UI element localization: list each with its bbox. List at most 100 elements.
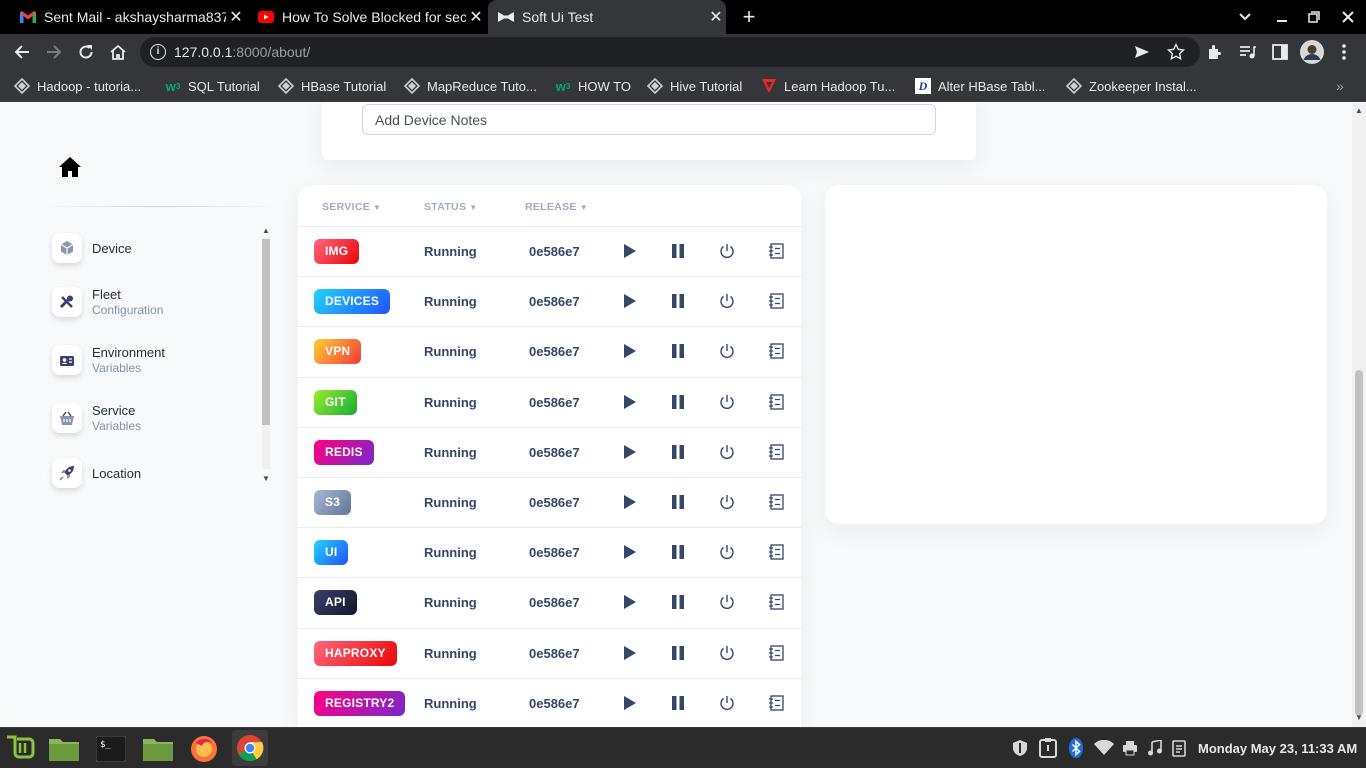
logs-icon[interactable]	[765, 692, 787, 714]
browser-menu-icon[interactable]	[1332, 40, 1356, 64]
service-badge[interactable]: REGISTRY2	[314, 690, 406, 716]
close-tab-icon[interactable]: ✕	[226, 7, 246, 27]
power-icon[interactable]	[716, 340, 738, 362]
bookmarks-overflow-icon[interactable]: »	[1336, 77, 1344, 95]
logs-icon[interactable]	[765, 290, 787, 312]
sidebar-item-device[interactable]: Device	[52, 233, 252, 263]
pause-icon[interactable]	[667, 642, 689, 664]
logs-icon[interactable]	[765, 340, 787, 362]
play-icon[interactable]	[619, 591, 641, 613]
service-badge[interactable]: GIT	[314, 389, 357, 415]
shield-icon[interactable]	[1010, 738, 1030, 758]
pause-icon[interactable]	[667, 541, 689, 563]
reload-button[interactable]	[74, 40, 98, 64]
update-manager-icon[interactable]	[1038, 738, 1058, 758]
firefox-icon[interactable]	[188, 733, 220, 765]
pause-icon[interactable]	[667, 240, 689, 262]
service-badge[interactable]: IMG	[314, 239, 360, 264]
files-icon[interactable]	[48, 733, 80, 765]
pause-icon[interactable]	[667, 391, 689, 413]
scrollbar-thumb[interactable]	[1355, 370, 1363, 716]
power-icon[interactable]	[716, 541, 738, 563]
pause-icon[interactable]	[667, 591, 689, 613]
scroll-down-arrow-icon[interactable]: ▼	[1355, 713, 1363, 722]
minimize-icon[interactable]	[1266, 0, 1298, 34]
sidebar-item-fleet[interactable]: Fleet Configuration	[52, 287, 252, 317]
pause-icon[interactable]	[667, 692, 689, 714]
close-tab-icon[interactable]: ✕	[466, 7, 486, 27]
play-icon[interactable]	[619, 692, 641, 714]
column-header-service[interactable]: SERVICE ▼	[322, 201, 381, 213]
bookmark-learn-hadoop[interactable]: Learn Hadoop Tu...	[761, 77, 895, 95]
service-badge[interactable]: REDIS	[314, 439, 374, 465]
play-icon[interactable]	[619, 541, 641, 563]
page-scrollbar[interactable]: ▲ ▼	[1352, 103, 1366, 727]
home-button[interactable]	[106, 40, 130, 64]
power-icon[interactable]	[716, 240, 738, 262]
media-queue-icon[interactable]	[1236, 40, 1260, 64]
side-panel-icon[interactable]	[1268, 40, 1292, 64]
tab-soft-ui[interactable]: Soft Ui Test ✕	[488, 0, 726, 34]
power-icon[interactable]	[716, 290, 738, 312]
forward-button[interactable]	[42, 40, 66, 64]
clipboard-icon[interactable]	[1170, 738, 1190, 758]
play-icon[interactable]	[619, 441, 641, 463]
power-icon[interactable]	[716, 692, 738, 714]
column-header-release[interactable]: RELEASE ▼	[525, 201, 588, 213]
power-icon[interactable]	[716, 642, 738, 664]
sidebar-item-location[interactable]: Location	[52, 458, 252, 488]
scroll-up-arrow-icon[interactable]: ▲	[262, 227, 270, 235]
logs-icon[interactable]	[765, 391, 787, 413]
tab-gmail[interactable]: Sent Mail - akshaysharma8378 ✕	[14, 0, 246, 34]
column-header-status[interactable]: STATUS ▼	[424, 201, 477, 213]
device-notes-input[interactable]	[362, 104, 936, 135]
sound-icon[interactable]	[1145, 738, 1165, 758]
close-window-icon[interactable]	[1332, 0, 1364, 34]
service-badge[interactable]: API	[314, 590, 357, 616]
wifi-icon[interactable]	[1094, 738, 1114, 758]
logs-icon[interactable]	[765, 491, 787, 513]
bookmark-howto[interactable]: w3 HOW TO	[555, 77, 631, 95]
pause-icon[interactable]	[667, 290, 689, 312]
play-icon[interactable]	[619, 290, 641, 312]
bookmark-sql[interactable]: w3 SQL Tutorial	[165, 77, 260, 95]
extensions-icon[interactable]	[1203, 40, 1227, 64]
power-icon[interactable]	[716, 591, 738, 613]
logs-icon[interactable]	[765, 591, 787, 613]
maximize-icon[interactable]	[1298, 0, 1330, 34]
send-icon[interactable]	[1134, 44, 1150, 65]
mint-menu-icon[interactable]	[4, 733, 36, 765]
service-badge[interactable]: UI	[314, 540, 349, 566]
power-icon[interactable]	[716, 391, 738, 413]
service-badge[interactable]: S3	[314, 490, 352, 515]
logs-icon[interactable]	[765, 240, 787, 262]
play-icon[interactable]	[619, 391, 641, 413]
bookmark-hadoop[interactable]: Hadoop - tutoria...	[14, 77, 141, 95]
printer-icon[interactable]	[1120, 738, 1140, 758]
sidebar-item-environment[interactable]: Environment Variables	[52, 345, 252, 375]
bluetooth-icon[interactable]	[1066, 738, 1086, 758]
back-button[interactable]	[10, 40, 34, 64]
profile-avatar[interactable]	[1300, 40, 1324, 64]
play-icon[interactable]	[619, 340, 641, 362]
logs-icon[interactable]	[765, 441, 787, 463]
bookmark-hive[interactable]: Hive Tutorial	[647, 77, 742, 95]
tab-youtube[interactable]: How To Solve Blocked for sec ✕	[252, 0, 486, 34]
service-badge[interactable]: VPN	[314, 339, 362, 365]
bookmark-star-icon[interactable]	[1166, 42, 1186, 66]
pause-icon[interactable]	[667, 340, 689, 362]
terminal-icon[interactable]: $_	[95, 733, 127, 765]
service-badge[interactable]: HAPROXY	[314, 640, 397, 666]
service-badge[interactable]: DEVICES	[314, 289, 391, 315]
logs-icon[interactable]	[765, 642, 787, 664]
folder-icon[interactable]	[142, 733, 174, 765]
tab-search-icon[interactable]	[1229, 0, 1261, 34]
bookmark-mapreduce[interactable]: MapReduce Tuto...	[404, 77, 537, 95]
sidebar-scrollbar[interactable]: ▲ ▼	[260, 223, 272, 485]
bookmark-hbase[interactable]: HBase Tutorial	[278, 77, 386, 95]
bookmark-alter-hbase[interactable]: D Alter HBase Tabl...	[915, 77, 1045, 95]
taskbar-clock[interactable]: Monday May 23, 11:33 AM	[1198, 741, 1357, 756]
site-info-icon[interactable]: i	[150, 44, 166, 60]
scroll-down-arrow-icon[interactable]: ▼	[262, 475, 270, 483]
scrollbar-thumb[interactable]	[262, 239, 270, 425]
